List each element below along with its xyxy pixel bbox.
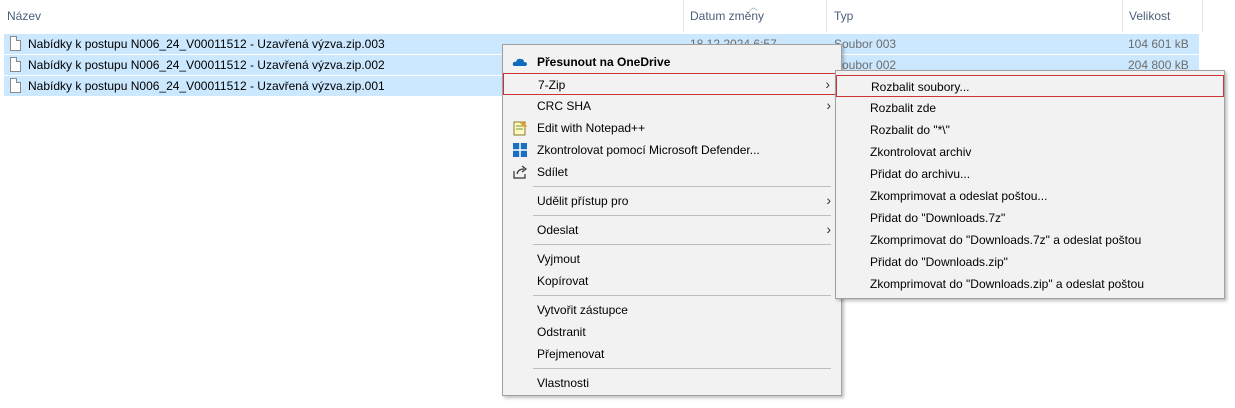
file-icon [10, 36, 21, 51]
submenu-item-label: Přidat do "Downloads.7z" [870, 211, 1006, 225]
file-icon [10, 57, 21, 72]
menu-item-delete[interactable]: Odstranit [503, 321, 841, 343]
menu-item-label: Edit with Notepad++ [537, 121, 646, 135]
column-type[interactable]: Typ [834, 9, 853, 23]
submenu-item-label: Přidat do archivu... [870, 167, 971, 181]
column-divider[interactable] [1202, 0, 1203, 32]
menu-item-onedrive[interactable]: Přesunout na OneDrive [503, 51, 841, 73]
menu-item-label: Kopírovat [537, 274, 589, 288]
menu-item-label: Sdílet [537, 165, 568, 179]
submenu-item-label: Zkomprimovat a odeslat poštou... [870, 189, 1048, 203]
menu-item-label: Udělit přístup pro [537, 194, 629, 208]
submenu-item-label: Rozbalit soubory... [871, 80, 970, 94]
menu-item-grant-access[interactable]: Udělit přístup pro › [503, 190, 841, 212]
column-divider[interactable] [826, 0, 827, 32]
file-name: Nabídky k postupu N006_24_V00011512 - Uz… [28, 79, 385, 93]
submenu-item-extract-here[interactable]: Rozbalit zde [836, 97, 1224, 119]
menu-item-label: Přesunout na OneDrive [537, 55, 671, 69]
defender-shield-icon [512, 142, 528, 158]
menu-item-label: Vyjmout [537, 252, 580, 266]
chevron-right-icon: › [826, 221, 831, 237]
submenu-item-add-to-zip[interactable]: Přidat do "Downloads.zip" [836, 251, 1224, 273]
menu-item-notepad[interactable]: Edit with Notepad++ [503, 117, 841, 139]
menu-item-label: Zkontrolovat pomocí Microsoft Defender..… [537, 143, 760, 157]
submenu-item-label: Zkomprimovat do "Downloads.zip" a odesla… [870, 277, 1144, 291]
menu-item-create-shortcut[interactable]: Vytvořit zástupce [503, 299, 841, 321]
menu-item-cut[interactable]: Vyjmout [503, 248, 841, 270]
menu-item-share[interactable]: Sdílet [503, 161, 841, 183]
column-header-row: Název ︿ Datum změny Typ Velikost [0, 0, 1235, 32]
menu-item-label: Vytvořit zástupce [537, 303, 628, 317]
menu-item-defender[interactable]: Zkontrolovat pomocí Microsoft Defender..… [503, 139, 841, 161]
notepad-plus-plus-icon [512, 120, 528, 136]
menu-item-send-to[interactable]: Odeslat › [503, 219, 841, 241]
submenu-item-add-to-7z[interactable]: Přidat do "Downloads.7z" [836, 207, 1224, 229]
menu-separator [533, 215, 831, 216]
submenu-item-add-to-archive[interactable]: Přidat do archivu... [836, 163, 1224, 185]
menu-item-properties[interactable]: Vlastnosti [503, 372, 841, 394]
file-size: 104 601 kB [1128, 37, 1189, 51]
menu-item-label: Odstranit [537, 325, 586, 339]
file-name: Nabídky k postupu N006_24_V00011512 - Uz… [28, 37, 385, 51]
menu-item-copy[interactable]: Kopírovat [503, 270, 841, 292]
menu-item-label: Přejmenovat [537, 347, 605, 361]
onedrive-cloud-icon [512, 54, 528, 70]
submenu-item-compress-email[interactable]: Zkomprimovat a odeslat poštou... [836, 185, 1224, 207]
column-name[interactable]: Název [7, 9, 41, 23]
submenu-item-label: Rozbalit zde [870, 101, 937, 115]
menu-separator [533, 368, 831, 369]
submenu-item-compress-7z-email[interactable]: Zkomprimovat do "Downloads.7z" a odeslat… [836, 229, 1224, 251]
menu-separator [533, 186, 831, 187]
chevron-right-icon: › [825, 76, 830, 92]
menu-separator [533, 244, 831, 245]
menu-item-label: Odeslat [537, 223, 579, 237]
submenu-item-test-archive[interactable]: Zkontrolovat archiv [836, 141, 1224, 163]
context-menu: Přesunout na OneDrive 7-Zip › CRC SHA › … [502, 44, 842, 396]
menu-item-label: CRC SHA [537, 99, 592, 113]
menu-item-7zip[interactable]: 7-Zip › [503, 73, 841, 95]
submenu-item-label: Přidat do "Downloads.zip" [870, 255, 1008, 269]
column-divider[interactable] [683, 0, 684, 32]
column-date[interactable]: Datum změny [690, 9, 764, 23]
share-icon [512, 164, 528, 180]
submenu-item-label: Rozbalit do "*\" [870, 123, 950, 137]
chevron-right-icon: › [826, 192, 831, 208]
file-type: Soubor 003 [834, 37, 897, 51]
file-icon [10, 78, 21, 93]
column-size[interactable]: Velikost [1129, 9, 1170, 23]
menu-item-crc-sha[interactable]: CRC SHA › [503, 95, 841, 117]
submenu-item-label: Zkontrolovat archiv [870, 145, 972, 159]
submenu-item-compress-zip-email[interactable]: Zkomprimovat do "Downloads.zip" a odesla… [836, 273, 1224, 295]
file-name: Nabídky k postupu N006_24_V00011512 - Uz… [28, 58, 385, 72]
submenu-item-extract-to[interactable]: Rozbalit do "*\" [836, 119, 1224, 141]
chevron-right-icon: › [826, 97, 831, 113]
submenu-item-label: Zkomprimovat do "Downloads.7z" a odeslat… [870, 233, 1142, 247]
column-divider[interactable] [1122, 0, 1123, 32]
menu-item-label: 7-Zip [538, 78, 566, 92]
menu-item-label: Vlastnosti [537, 376, 590, 390]
7zip-submenu: Rozbalit soubory... Rozbalit zde Rozbali… [835, 70, 1225, 299]
submenu-item-extract-files[interactable]: Rozbalit soubory... [836, 75, 1224, 97]
menu-separator [533, 295, 831, 296]
menu-item-rename[interactable]: Přejmenovat [503, 343, 841, 365]
